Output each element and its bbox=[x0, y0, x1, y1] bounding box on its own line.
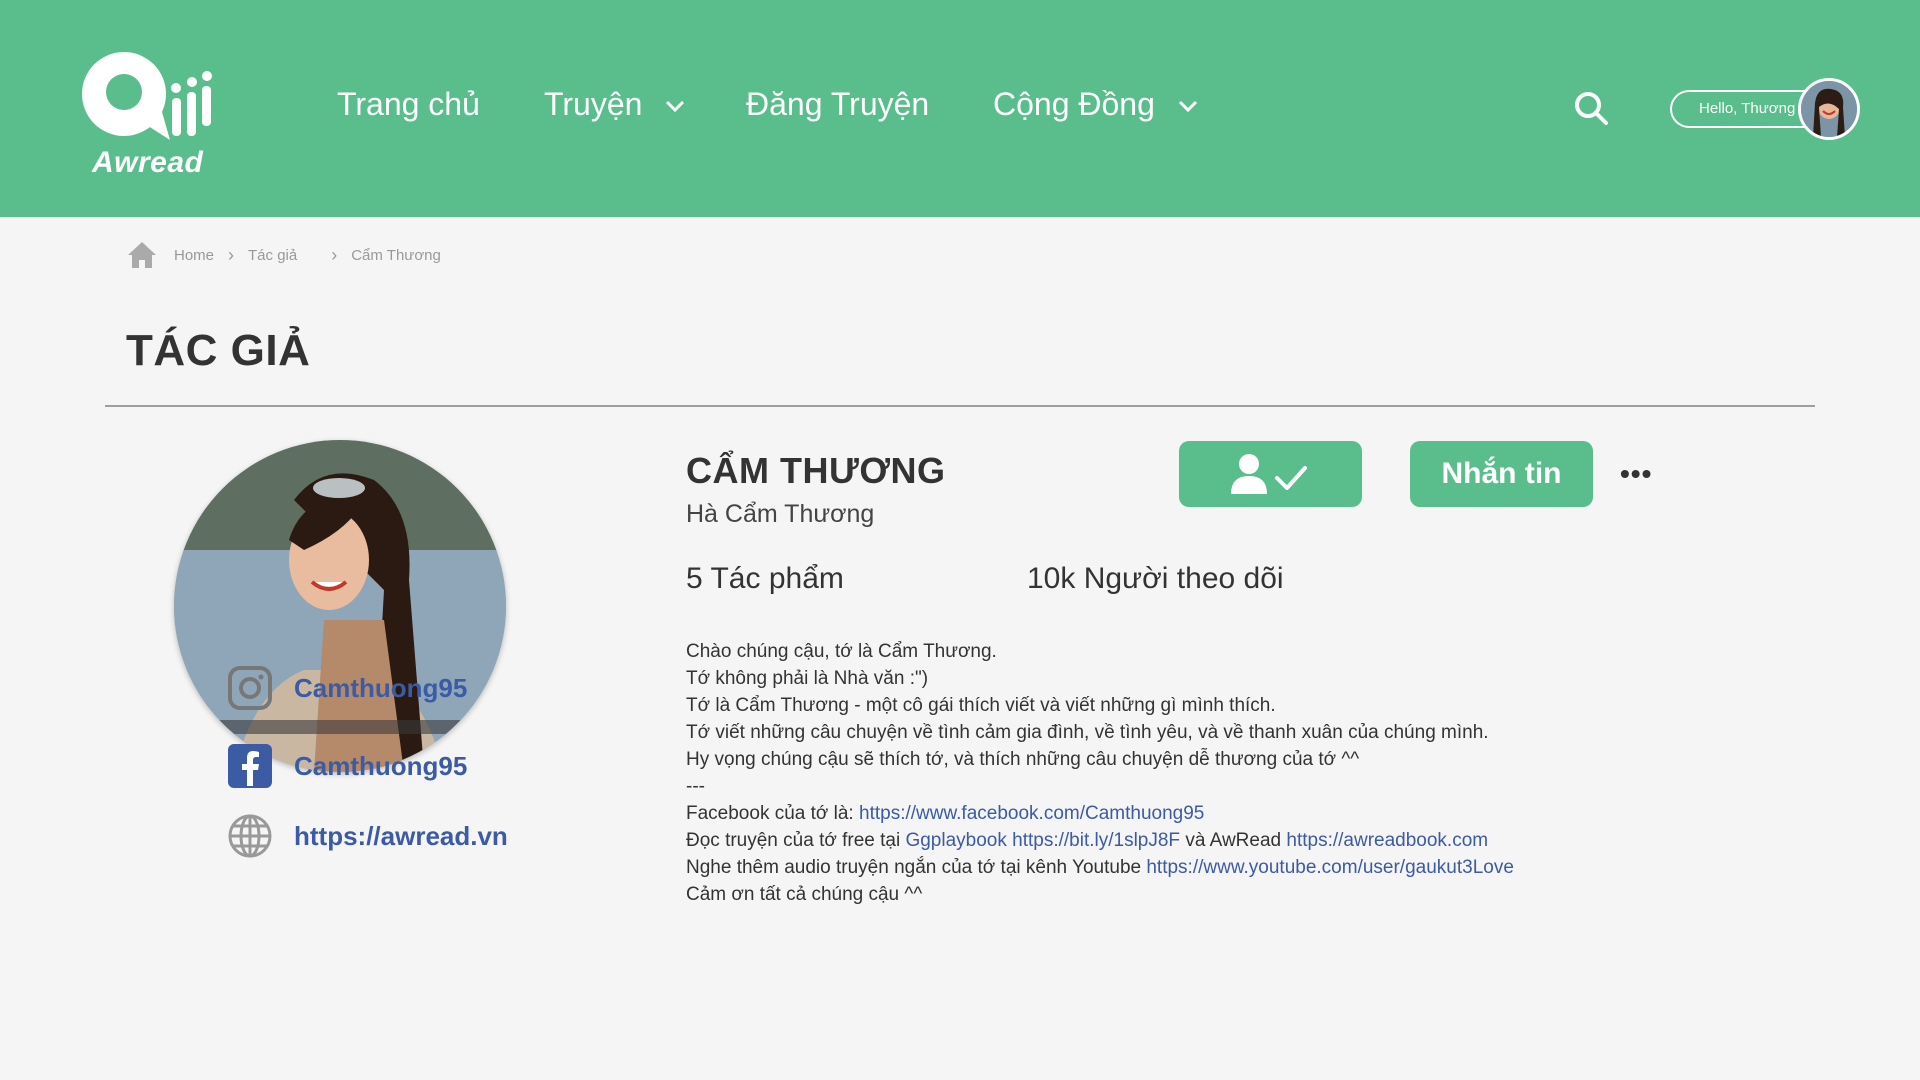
globe-icon bbox=[228, 814, 272, 858]
home-icon[interactable] bbox=[126, 240, 158, 270]
author-full-name: Hà Cẩm Thương bbox=[686, 500, 875, 528]
author-bio: Chào chúng cậu, tớ là Cẩm Thương. Tớ khô… bbox=[686, 638, 1686, 908]
breadcrumb-authors[interactable]: Tác giả bbox=[248, 247, 297, 264]
bio-audio-line: Nghe thêm audio truyện ngắn của tớ tại k… bbox=[686, 854, 1686, 881]
chevron-down-icon bbox=[666, 100, 685, 112]
breadcrumb: Home › Tác giả › Cẩm Thương bbox=[126, 240, 441, 270]
breadcrumb-home[interactable]: Home bbox=[174, 247, 214, 264]
chevron-down-icon bbox=[1178, 100, 1197, 112]
nav-home[interactable]: Trang chủ bbox=[337, 86, 480, 123]
user-greeting[interactable]: Hello, Thương bbox=[1670, 90, 1810, 128]
ggplaybook-link[interactable]: Ggplaybook https://bit.ly/1slpJ8F bbox=[905, 830, 1180, 851]
follow-button[interactable] bbox=[1179, 441, 1362, 507]
facebook-link[interactable]: https://www.facebook.com/Camthuong95 bbox=[859, 803, 1204, 824]
youtube-link[interactable]: https://www.youtube.com/user/gaukut3Love bbox=[1146, 857, 1514, 878]
social-website[interactable]: https://awread.vn bbox=[226, 812, 508, 860]
social-facebook[interactable]: Camthuong95 bbox=[226, 742, 467, 790]
bio-text: Facebook của tớ là: bbox=[686, 803, 859, 824]
bio-line: Tớ viết những câu chuyện về tình cảm gia… bbox=[686, 722, 1489, 743]
instagram-label: Camthuong95 bbox=[294, 672, 468, 703]
site-header: Awread Trang chủ Truyện Đăng Truyện Cộng… bbox=[0, 0, 1920, 217]
author-display-name: CẨM THƯƠNG bbox=[686, 450, 946, 491]
breadcrumb-current: Cẩm Thương bbox=[351, 246, 441, 264]
search-icon[interactable] bbox=[1573, 90, 1609, 126]
user-check-icon bbox=[1230, 454, 1307, 494]
bio-read-line: Đọc truyện của tớ free tại Ggplaybook ht… bbox=[686, 827, 1686, 854]
page-title: TÁC GIẢ bbox=[126, 326, 311, 375]
bio-text: Nghe thêm audio truyện ngắn của tớ tại k… bbox=[686, 857, 1147, 878]
logo-text: Awread bbox=[92, 146, 204, 179]
bio-line: Cảm ơn tất cả chúng cậu ^^ bbox=[686, 884, 923, 905]
works-count: 5 Tác phẩm bbox=[686, 562, 844, 595]
bio-line: Tớ không phải là Nhà văn :") bbox=[686, 668, 929, 689]
divider bbox=[105, 405, 1815, 407]
chevron-right-icon: › bbox=[228, 244, 235, 265]
bio-line: Hy vọng chúng cậu sẽ thích tớ, và thích … bbox=[686, 749, 1360, 770]
bio-text: Đọc truyện của tớ free tại bbox=[686, 830, 906, 851]
author-avatar bbox=[174, 440, 506, 772]
nav-label: Cộng Đồng bbox=[993, 86, 1155, 122]
user-avatar[interactable] bbox=[1798, 78, 1860, 140]
bio-line: Chào chúng cậu, tớ là Cẩm Thương. bbox=[686, 641, 997, 662]
social-instagram[interactable]: Camthuong95 bbox=[226, 664, 467, 712]
nav-post-story[interactable]: Đăng Truyện bbox=[746, 86, 929, 123]
more-options-icon[interactable]: ••• bbox=[1620, 460, 1652, 488]
nav-label: Truyện bbox=[544, 86, 643, 122]
bio-line: --- bbox=[686, 776, 705, 797]
nav-label: Đăng Truyện bbox=[746, 86, 930, 122]
nav-community[interactable]: Cộng Đồng bbox=[993, 86, 1199, 123]
chevron-right-icon: › bbox=[331, 244, 338, 265]
bio-text: và AwRead bbox=[1180, 830, 1287, 851]
instagram-icon bbox=[228, 666, 272, 710]
facebook-icon bbox=[228, 744, 272, 788]
nav-stories[interactable]: Truyện bbox=[544, 86, 686, 123]
bio-line: Tớ là Cẩm Thương - một cô gái thích viết… bbox=[686, 695, 1276, 716]
awread-link[interactable]: https://awreadbook.com bbox=[1286, 830, 1488, 851]
nav-label: Trang chủ bbox=[337, 86, 480, 122]
bio-facebook-line: Facebook của tớ là: https://www.facebook… bbox=[686, 800, 1686, 827]
website-label: https://awread.vn bbox=[294, 820, 508, 851]
followers-count: 10k Người theo dõi bbox=[1027, 562, 1284, 595]
facebook-label: Camthuong95 bbox=[294, 750, 468, 781]
message-button[interactable]: Nhắn tin bbox=[1410, 441, 1593, 507]
